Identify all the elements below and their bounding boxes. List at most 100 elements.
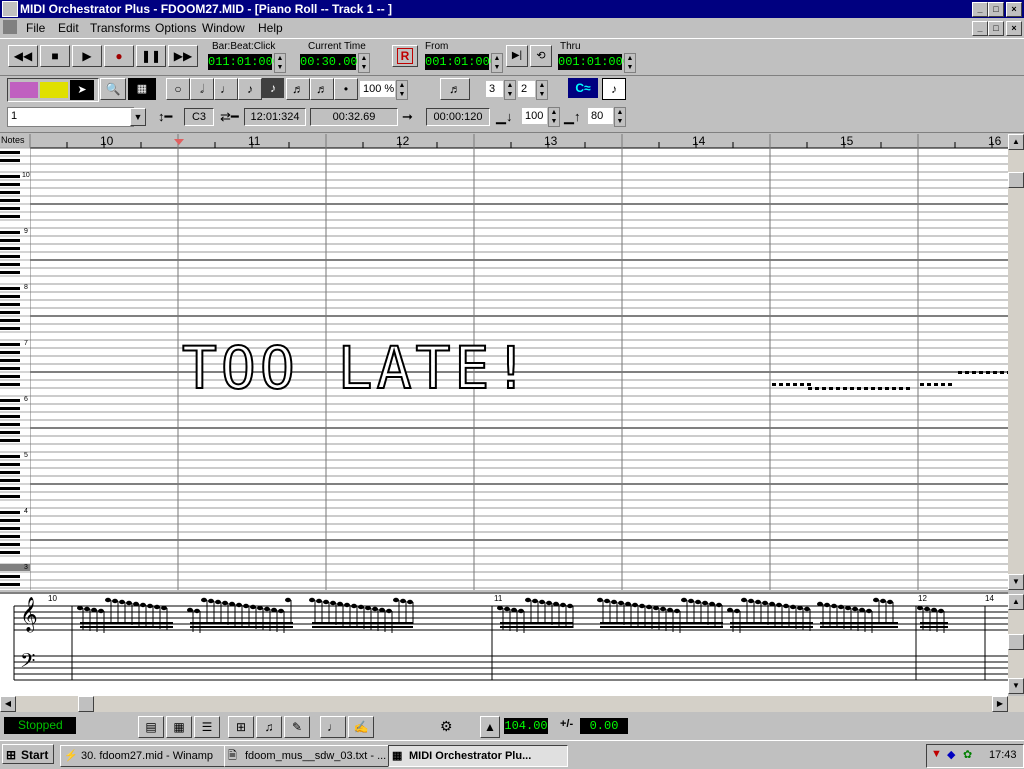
track-dropdown-icon[interactable]: ▼ <box>130 108 146 126</box>
minimize-button[interactable]: _ <box>972 2 988 17</box>
view-track-icon[interactable]: ▤ <box>138 716 164 738</box>
scroll-down-button[interactable]: ▼ <box>1008 574 1024 590</box>
pitch-field[interactable]: C3 <box>184 108 214 126</box>
arrow-tool-icon[interactable]: ➤ <box>70 80 94 100</box>
tuplet-a-spinner[interactable]: ▲ ▼ <box>504 80 516 100</box>
staff-note <box>532 598 538 604</box>
record-button[interactable]: ● <box>104 45 134 67</box>
task-midi-orchestrator[interactable]: ▦ MIDI Orchestrator Plu... <box>388 745 568 767</box>
menu-transforms[interactable]: Transforms <box>90 21 150 35</box>
thru-spinner[interactable]: ▲ ▼ <box>624 53 636 73</box>
scroll-right-button[interactable]: ▶ <box>992 696 1008 712</box>
view-sysex-icon[interactable]: ✍ <box>348 716 374 738</box>
from-spinner[interactable]: ▲ ▼ <box>491 53 503 73</box>
track-select[interactable]: 1 <box>7 107 134 127</box>
thru-display[interactable]: 001:01:000 <box>558 54 630 70</box>
play-button[interactable]: ▶ <box>72 45 102 67</box>
sixteenth-note-button[interactable]: ♪ <box>262 78 284 98</box>
pause-button[interactable]: ❚❚ <box>136 45 166 67</box>
child-window-icon[interactable] <box>3 20 17 34</box>
tuplet-icon[interactable]: ♬ <box>440 78 470 100</box>
scroll-thumb[interactable] <box>1008 172 1024 188</box>
task-notepad[interactable]: 🗎 fdoom_mus__sdw_03.txt - ... <box>224 745 404 767</box>
stop-button[interactable]: ■ <box>40 45 70 67</box>
tray-antivirus-icon[interactable]: ▼ <box>931 748 942 760</box>
zoom-field[interactable]: 100 % <box>360 81 395 97</box>
black-key <box>0 375 20 378</box>
quarter-note-button[interactable]: ♩ <box>214 78 238 100</box>
fast-forward-button[interactable]: ▶▶ <box>168 45 198 67</box>
hscroll-thumb[interactable] <box>78 696 94 712</box>
half-note-button[interactable]: 𝅗𝅥 <box>190 78 214 100</box>
record-range-button[interactable]: R <box>392 45 418 67</box>
rewind-button[interactable]: ◀◀ <box>8 45 38 67</box>
start-field[interactable]: 12:01:324 <box>244 108 306 126</box>
piano-roll[interactable]: Notes 10 11 12 13 14 15 16 10 9 8 7 6 5 … <box>0 134 1008 590</box>
zoom-tool-icon[interactable]: 🔍 <box>100 78 126 100</box>
staff-vscrollbar[interactable]: ▲ ▼ <box>1008 594 1024 694</box>
duration-field[interactable]: 00:00:120 <box>426 108 490 126</box>
velocity-off-spinner[interactable]: ▲ ▼ <box>614 107 626 127</box>
time-spinner[interactable]: ▲ ▼ <box>358 53 370 73</box>
thirtysecond-note-button[interactable]: ♬ <box>286 78 310 100</box>
child-close-button[interactable]: × <box>1006 21 1022 36</box>
cmode-button[interactable]: C≈ <box>568 78 598 98</box>
scroll-left-button[interactable]: ◀ <box>0 696 16 712</box>
eraser-tool-icon[interactable] <box>10 82 38 98</box>
black-key <box>0 175 20 178</box>
start-button[interactable]: ⊞ Start <box>2 744 54 764</box>
child-maximize-button[interactable]: □ <box>988 21 1004 36</box>
velocity-on-field[interactable]: 100 <box>522 108 547 124</box>
tuplet-b-field[interactable]: 2 <box>518 81 535 97</box>
dot-button[interactable]: • <box>334 78 358 100</box>
start-time-field[interactable]: 00:32.69 <box>310 108 398 126</box>
staff-note <box>776 602 782 608</box>
staff-view[interactable]: 10 11 12 14 𝄞 𝄢 <box>0 592 1008 696</box>
bbc-spinner[interactable]: ▲ ▼ <box>274 53 286 73</box>
view-event-icon[interactable]: ☰ <box>194 716 220 738</box>
velocity-on-spinner[interactable]: ▲ ▼ <box>548 107 560 127</box>
tempo-display[interactable]: 104.00 <box>504 718 548 734</box>
zoom-spinner[interactable]: ▲ ▼ <box>396 80 408 100</box>
app-icon[interactable] <box>2 1 18 17</box>
time-display[interactable]: 00:30.00 <box>300 54 358 70</box>
sync-icon[interactable]: ⚙ <box>440 718 453 735</box>
menu-file[interactable]: File <box>26 21 45 35</box>
task-winamp[interactable]: ⚡ 30. fdoom27.mid - Winamp <box>60 745 240 767</box>
pencil-tool-icon[interactable] <box>40 82 68 98</box>
view-staff-icon[interactable]: ♩ <box>320 716 346 738</box>
sixtyfourth-note-button[interactable]: ♬ <box>310 78 334 100</box>
from-display[interactable]: 001:01:000 <box>425 54 497 70</box>
menu-options[interactable]: Options <box>155 21 196 35</box>
menu-help[interactable]: Help <box>258 21 283 35</box>
staff-scroll-thumb[interactable] <box>1008 634 1024 650</box>
grid-tool-icon[interactable]: ▦ <box>128 78 156 100</box>
offset-display[interactable]: 0.00 <box>580 718 628 734</box>
metronome-icon[interactable]: ▲ <box>480 716 500 738</box>
goto-end-button[interactable]: ▶| <box>506 45 528 67</box>
view-tempo-icon[interactable]: ♫ <box>256 716 282 738</box>
close-button[interactable]: × <box>1006 2 1022 17</box>
view-notation-icon[interactable]: ✎ <box>284 716 310 738</box>
velocity-off-field[interactable]: 80 <box>588 108 613 124</box>
child-minimize-button[interactable]: _ <box>972 21 988 36</box>
maximize-button[interactable]: □ <box>988 2 1004 17</box>
scroll-up-button[interactable]: ▲ <box>1008 134 1024 150</box>
menu-edit[interactable]: Edit <box>58 21 79 35</box>
staff-scroll-down[interactable]: ▼ <box>1008 678 1024 694</box>
tray-app-icon[interactable]: ✿ <box>963 748 972 761</box>
staff-scroll-up[interactable]: ▲ <box>1008 594 1024 610</box>
tuplet-b-spinner[interactable]: ▲ ▼ <box>536 80 548 100</box>
tuplet-a-field[interactable]: 3 <box>486 81 503 97</box>
loop-button[interactable]: ⟲ <box>530 45 552 67</box>
view-pianoroll-icon[interactable]: ▦ <box>166 716 192 738</box>
whole-note-button[interactable]: ○ <box>166 78 190 100</box>
eighth-note-button[interactable]: ♪ <box>238 78 262 100</box>
bbc-display[interactable]: 011:01:000 <box>208 54 280 70</box>
roll-vscrollbar[interactable]: ▲ ▼ <box>1008 134 1024 590</box>
view-mixer-icon[interactable]: ⊞ <box>228 716 254 738</box>
tray-network-icon[interactable]: ◆ <box>947 748 955 761</box>
menu-window[interactable]: Window <box>202 21 245 35</box>
hscrollbar[interactable]: ◀ ▶ <box>0 696 1024 712</box>
note-entry-icon[interactable]: ♪ <box>602 78 626 100</box>
